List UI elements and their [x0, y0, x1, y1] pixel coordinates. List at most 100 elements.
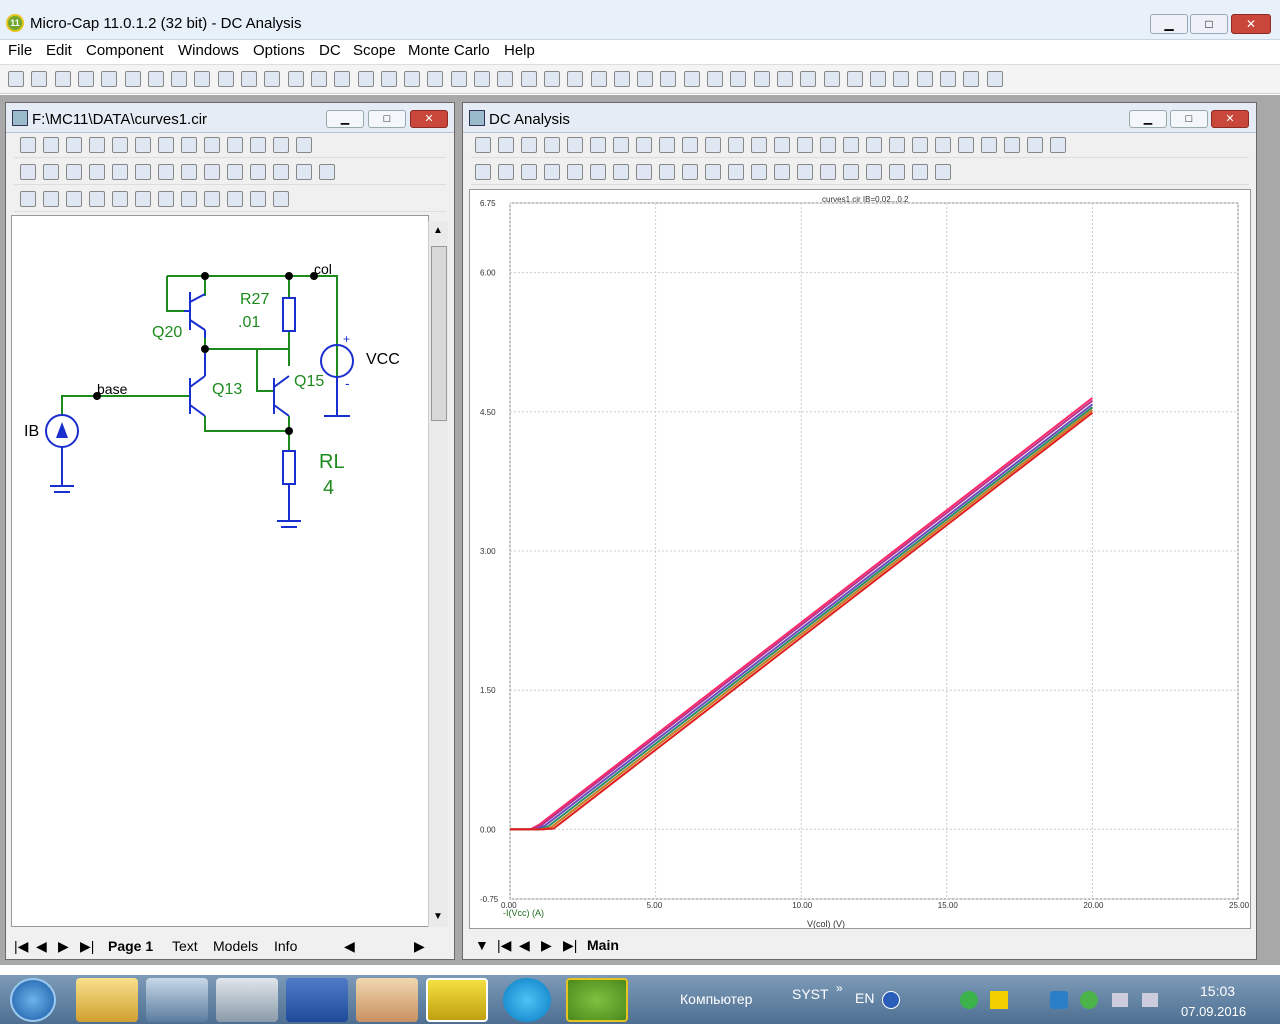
toolbar-tool-icon[interactable]: [544, 164, 560, 180]
tray-volume-icon[interactable]: [1142, 993, 1158, 1007]
toolbar-tool-icon[interactable]: [753, 71, 770, 87]
close-button[interactable]: ✕: [1231, 14, 1271, 34]
toolbar-tool-icon[interactable]: [227, 164, 243, 180]
toolbar-tool-icon[interactable]: [846, 71, 863, 87]
toolbar-tool-icon[interactable]: [227, 191, 243, 207]
toolbar-tool-icon[interactable]: [940, 71, 956, 87]
taskbar-bat-icon[interactable]: [426, 978, 488, 1022]
schematic-close-button[interactable]: ✕: [410, 110, 448, 128]
toolbar-tool-icon[interactable]: [659, 137, 675, 153]
toolbar-tool-icon[interactable]: [204, 191, 220, 207]
toolbar-tool-icon[interactable]: [707, 71, 723, 87]
toolbar-tool-icon[interactable]: [158, 137, 174, 153]
menu-edit[interactable]: Edit: [46, 42, 72, 59]
schematic-vscrollbar[interactable]: ▲ ▼: [428, 221, 448, 927]
toolbar-tool-icon[interactable]: [567, 164, 583, 180]
toolbar-tool-icon[interactable]: [636, 164, 652, 180]
toolbar-tool-icon[interactable]: [705, 137, 721, 153]
toolbar-tool-icon[interactable]: [357, 71, 374, 87]
toolbar-tool-icon[interactable]: [590, 137, 606, 153]
toolbar-tool-icon[interactable]: [567, 71, 584, 87]
toolbar-tool-icon[interactable]: [1050, 137, 1066, 153]
toolbar-tool-icon[interactable]: [135, 164, 151, 180]
toolbar-tool-icon[interactable]: [774, 164, 790, 180]
toolbar-tool-icon[interactable]: [728, 137, 744, 153]
taskbar-network-icon[interactable]: [146, 978, 208, 1022]
toolbar-tool-icon[interactable]: [751, 164, 767, 180]
toolbar-tool-icon[interactable]: [870, 71, 887, 87]
toolbar-tool-icon[interactable]: [730, 71, 747, 87]
toolbar-tool-icon[interactable]: [43, 164, 59, 180]
toolbar-tool-icon[interactable]: [843, 137, 859, 153]
toolbar-tool-icon[interactable]: [843, 164, 859, 180]
toolbar-tool-icon[interactable]: [310, 71, 327, 87]
toolbar-tool-icon[interactable]: [8, 71, 24, 87]
tray-teamviewer-icon[interactable]: [1050, 991, 1068, 1009]
menu-help[interactable]: Help: [504, 42, 535, 59]
toolbar-tool-icon[interactable]: [296, 137, 312, 153]
toolbar-tool-icon[interactable]: [217, 71, 234, 87]
tray-bat-icon[interactable]: [990, 991, 1008, 1009]
toolbar-tool-icon[interactable]: [613, 71, 630, 87]
toolbar-tool-icon[interactable]: [181, 137, 197, 153]
toolbar-tool-icon[interactable]: [264, 71, 281, 87]
toolbar-tool-icon[interactable]: [194, 71, 211, 87]
nav-first-icon[interactable]: |◀: [14, 938, 28, 955]
toolbar-tool-icon[interactable]: [43, 137, 59, 153]
toolbar-tool-icon[interactable]: [158, 164, 174, 180]
toolbar-tool-icon[interactable]: [912, 164, 928, 180]
toolbar-tool-icon[interactable]: [820, 137, 836, 153]
taskbar-word-icon[interactable]: [286, 978, 348, 1022]
toolbar-tool-icon[interactable]: [889, 137, 905, 153]
tray-help-icon[interactable]: [882, 991, 900, 1009]
toolbar-tool-icon[interactable]: [543, 71, 560, 87]
scroll-down-icon[interactable]: ▼: [433, 911, 443, 922]
menu-monte-carlo[interactable]: Monte Carlo: [408, 42, 490, 59]
tab-models[interactable]: Models: [213, 938, 258, 954]
toolbar-tool-icon[interactable]: [613, 137, 629, 153]
schematic-scroll-thumb[interactable]: [431, 246, 447, 421]
hscroll-left-icon[interactable]: ◀: [344, 938, 355, 955]
toolbar-tool-icon[interactable]: [181, 164, 197, 180]
toolbar-tool-icon[interactable]: [380, 71, 397, 87]
toolbar-tool-icon[interactable]: [567, 137, 583, 153]
toolbar-tool-icon[interactable]: [916, 71, 933, 87]
toolbar-tool-icon[interactable]: [135, 191, 151, 207]
toolbar-tool-icon[interactable]: [544, 137, 560, 153]
plot-nav-last-icon[interactable]: ▶|: [563, 937, 577, 954]
menu-component[interactable]: Component: [86, 42, 164, 59]
nav-next-icon[interactable]: ▶: [58, 938, 69, 955]
toolbar-tool-icon[interactable]: [520, 71, 537, 87]
maximize-button[interactable]: □: [1190, 14, 1228, 34]
toolbar-tool-icon[interactable]: [474, 71, 490, 87]
plot-area[interactable]: curves1.cir IB=0.02...0.2 V(col) (V) -I(…: [469, 189, 1251, 929]
toolbar-tool-icon[interactable]: [31, 71, 48, 87]
toolbar-tool-icon[interactable]: [101, 71, 118, 87]
tray-computer-label[interactable]: Компьютер: [680, 991, 752, 1007]
toolbar-tool-icon[interactable]: [797, 137, 813, 153]
toolbar-tool-icon[interactable]: [866, 164, 882, 180]
plot-nav-prev-icon[interactable]: ◀: [519, 937, 530, 954]
taskbar-skype-icon[interactable]: [503, 978, 551, 1022]
toolbar-tool-icon[interactable]: [20, 191, 36, 207]
toolbar-tool-icon[interactable]: [54, 71, 71, 87]
analysis-close-button[interactable]: ✕: [1211, 110, 1249, 128]
tray-info-icon[interactable]: [1080, 991, 1098, 1009]
toolbar-tool-icon[interactable]: [171, 71, 188, 87]
analysis-maximize-button[interactable]: □: [1170, 110, 1208, 128]
toolbar-tool-icon[interactable]: [250, 164, 266, 180]
toolbar-tool-icon[interactable]: [250, 137, 266, 153]
tray-syst-label[interactable]: SYST: [792, 986, 829, 1002]
toolbar-tool-icon[interactable]: [89, 137, 105, 153]
toolbar-tool-icon[interactable]: [20, 137, 36, 153]
toolbar-tool-icon[interactable]: [273, 137, 289, 153]
toolbar-tool-icon[interactable]: [158, 191, 174, 207]
start-button[interactable]: [10, 978, 56, 1022]
toolbar-tool-icon[interactable]: [893, 71, 910, 87]
toolbar-tool-icon[interactable]: [89, 164, 105, 180]
toolbar-tool-icon[interactable]: [77, 71, 94, 87]
toolbar-tool-icon[interactable]: [660, 71, 677, 87]
menu-file[interactable]: File: [8, 42, 32, 59]
toolbar-tool-icon[interactable]: [319, 164, 335, 180]
taskbar-explorer-icon[interactable]: [76, 978, 138, 1022]
